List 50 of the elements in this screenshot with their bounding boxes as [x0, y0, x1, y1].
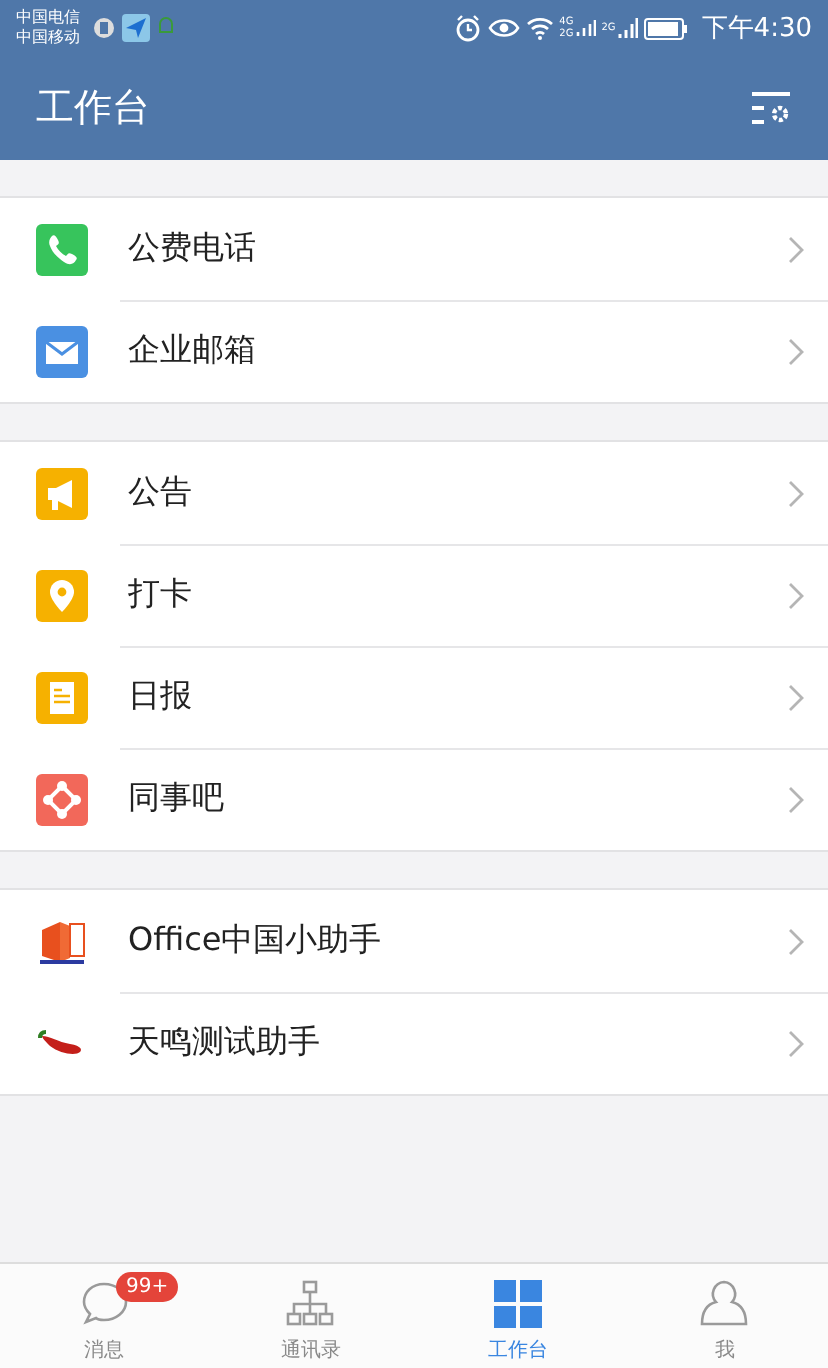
status-circle-icon — [92, 16, 116, 40]
menu-item-label: 同事吧 — [128, 778, 226, 820]
tab[interactable]: 消息 99+ — [0, 1264, 207, 1368]
chevron-icon — [788, 683, 804, 711]
menu-item[interactable]: 企业邮箱 — [0, 300, 828, 402]
menu-item[interactable]: 日报 — [0, 646, 828, 748]
mail-icon — [36, 325, 88, 377]
person-icon — [698, 1278, 751, 1330]
megaphone-icon — [36, 467, 88, 519]
page-title: 工作台 — [36, 84, 150, 134]
chevron-icon — [788, 927, 804, 955]
chevron-icon — [788, 337, 804, 365]
menu-item[interactable]: 同事吧 — [0, 748, 828, 850]
menu-item-label: 公告 — [128, 472, 194, 514]
unread-count: 99+ — [116, 1272, 179, 1302]
menu-item[interactable]: 天鸣测试助手 — [0, 992, 828, 1094]
menu-item-label: 打卡 — [128, 574, 194, 616]
settings-icon[interactable] — [752, 92, 792, 124]
menu-item-label: 天鸣测试助手 — [128, 1022, 322, 1064]
alarm-clock-icon — [453, 14, 482, 42]
signal-icon — [617, 16, 638, 40]
location-pin-icon — [36, 569, 88, 621]
chevron-icon — [788, 1029, 804, 1057]
menu-item-label: 公费电话 — [128, 228, 258, 270]
chat-bubble-icon — [77, 1278, 130, 1330]
chevron-icon — [788, 235, 804, 263]
menu-item-label: 企业邮箱 — [128, 330, 258, 372]
menu-item-label: 日报 — [128, 676, 194, 718]
document-icon — [36, 671, 88, 723]
battery-icon — [643, 17, 688, 39]
menu-item[interactable]: 公费电话 — [0, 198, 828, 300]
tab[interactable]: 工作台 — [414, 1264, 621, 1368]
clock-time: 下午4:30 — [701, 12, 812, 46]
chevron-icon — [788, 581, 804, 609]
carrier-name: 中国电信 — [16, 8, 80, 28]
menu-item[interactable]: Office中国小助手 — [0, 890, 828, 992]
network-icon — [36, 773, 88, 825]
menu-item[interactable]: 公告 — [0, 442, 828, 544]
phone-icon — [36, 223, 88, 275]
org-chart-icon — [284, 1278, 337, 1330]
carrier-name: 中国移动 — [16, 28, 80, 48]
chevron-icon — [788, 785, 804, 813]
map-app-icon — [122, 14, 150, 42]
menu-item-label: Office中国小助手 — [128, 920, 384, 962]
chevron-icon — [788, 479, 804, 507]
eye-icon — [487, 16, 520, 40]
wifi-icon — [525, 16, 554, 40]
menu-item[interactable]: 打卡 — [0, 544, 828, 646]
grid-icon — [491, 1278, 544, 1330]
signal-icon — [575, 18, 596, 38]
